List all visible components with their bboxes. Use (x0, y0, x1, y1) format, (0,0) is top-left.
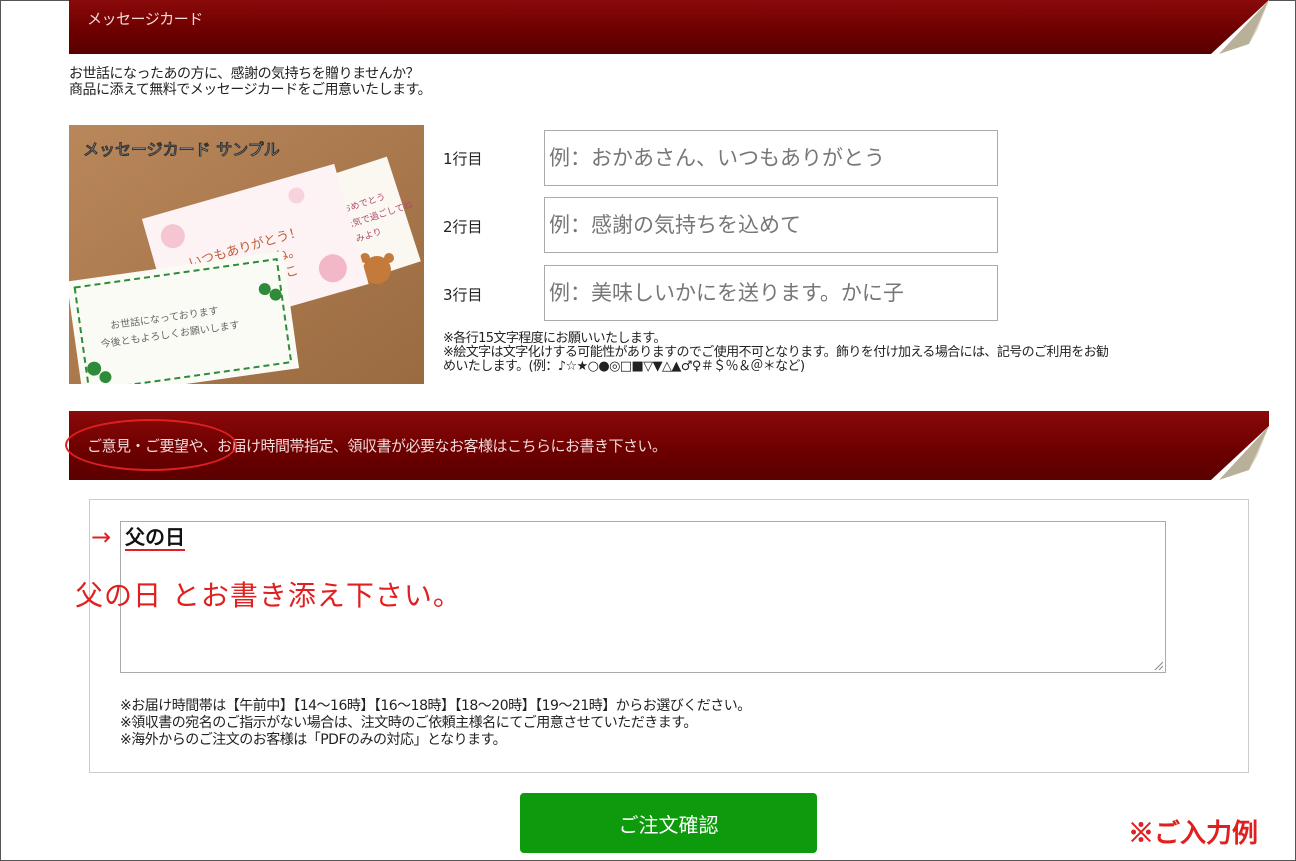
arrow-icon: → (91, 523, 112, 551)
note-line: ※お届け時間帯は【午前中】【14～16時】【16～18時】【18～20時】【19… (120, 698, 751, 714)
intro-line: お世話になったあの方に、感謝の気持ちを贈りませんか？ (69, 66, 420, 82)
comments-header: ご意見・ご要望や、お届け時間帯指定、領収書が必要なお客様はこちらにお書き下さい。 (69, 411, 1269, 480)
message-card-notes: ※各行15文字程度にお願いいたします。 ※絵文字は文字化けする可能性がありますの… (443, 332, 1263, 374)
line-3-label: 3行目 (443, 286, 483, 304)
line-1-label: 1行目 (443, 150, 483, 168)
page-curl-icon (1211, 426, 1269, 480)
instruction-annotation: 父の日 とお書き添え下さい。 (75, 579, 462, 612)
highlight-ellipse (65, 419, 237, 471)
message-line-2-input[interactable] (544, 197, 998, 253)
svg-text:メッセージカード サンプル: メッセージカード サンプル (83, 140, 280, 159)
intro-line: 商品に添えて無料でメッセージカードをご用意いたします。 (69, 82, 432, 98)
message-line-3-input[interactable] (544, 265, 998, 321)
message-card-sample-image: お誕生日おめでとう これからも元気で過ごしてね はるみより いつもありがとう！ … (69, 125, 424, 384)
note-line: ※領収書の宛名のご指示がない場合は、注文時のご依頼主様名にてご用意させていただき… (120, 715, 697, 731)
comments-notes: ※お届け時間帯は【午前中】【14～16時】【16～18時】【18～20時】【19… (120, 698, 751, 749)
note-line: ※絵文字は文字化けする可能性がありますのでご使用不可となります。飾りを付け加える… (443, 345, 1109, 360)
note-line: ※海外からのご注文のお客様は「PDFのみの対応」となります。 (120, 732, 507, 748)
message-line-1-input[interactable] (544, 130, 998, 186)
note-line: ※各行15文字程度にお願いいたします。 (443, 331, 666, 346)
sample-image-title: メッセージカード サンプル (83, 140, 280, 159)
example-comment-text: 父の日 (125, 525, 185, 551)
line-2-label: 2行目 (443, 218, 483, 236)
resize-grip-icon[interactable] (1154, 661, 1163, 670)
input-example-label: ※ご入力例 (1128, 819, 1259, 849)
page-curl-icon (1211, 0, 1269, 54)
order-confirm-button[interactable]: ご注文確認 (520, 793, 817, 853)
message-card-intro: お世話になったあの方に、感謝の気持ちを贈りませんか？ 商品に添えて無料でメッセー… (69, 66, 432, 98)
message-card-title: メッセージカード (87, 10, 203, 28)
note-line: めいたします。(例：♪☆★○●◎□■▽▼△▲♂♀＃＄％＆＠＊など) (443, 359, 805, 374)
message-card-header: メッセージカード (69, 0, 1269, 54)
